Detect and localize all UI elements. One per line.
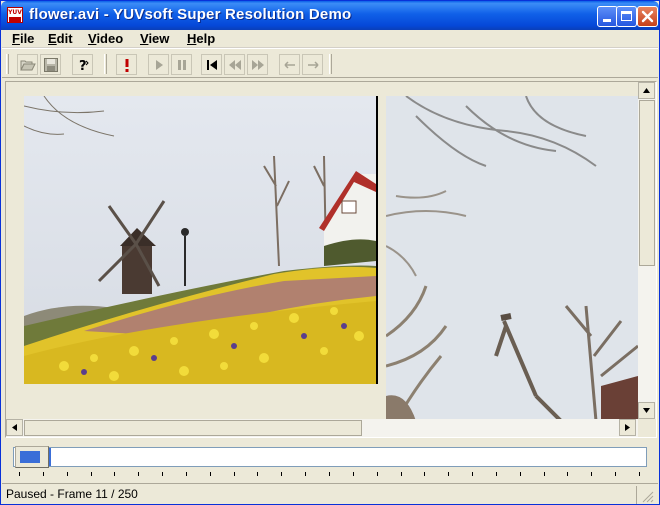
close-button[interactable]: [637, 6, 658, 27]
seek-tick: [114, 472, 115, 476]
zoomed-branches-image: [386, 96, 638, 421]
play-icon: [156, 60, 163, 70]
scroll-corner: [638, 419, 656, 437]
seek-tick: [401, 472, 402, 476]
seek-tick: [257, 472, 258, 476]
seek-bar-track[interactable]: [13, 447, 647, 467]
seek-tick: [186, 472, 187, 476]
seek-thumb-fill: [20, 451, 40, 463]
seek-tick: [424, 472, 425, 476]
seek-tick: [305, 472, 306, 476]
seek-tick: [496, 472, 497, 476]
seek-tick: [353, 472, 354, 476]
open-button[interactable]: [17, 54, 38, 75]
seek-ticks: [13, 469, 647, 479]
seek-tick: [43, 472, 44, 476]
menu-edit[interactable]: Edit: [48, 31, 73, 46]
seek-tick: [591, 472, 592, 476]
process-button[interactable]: [116, 54, 137, 75]
minimize-button[interactable]: [597, 6, 618, 27]
resize-grip[interactable]: [636, 486, 656, 504]
first-frame-button[interactable]: [201, 54, 222, 75]
seek-tick: [448, 472, 449, 476]
resize-grip-icon: [642, 491, 654, 503]
menu-file[interactable]: File: [12, 31, 34, 46]
video-viewport: [5, 81, 657, 438]
folder-open-icon: [20, 60, 36, 71]
arrow-right-icon: [308, 61, 319, 69]
title-bar[interactable]: YUV flower.avi - YUVsoft Super Resolutio…: [1, 1, 659, 30]
seek-tick: [67, 472, 68, 476]
save-button[interactable]: [40, 54, 61, 75]
window-title: flower.avi - YUVsoft Super Resolution De…: [29, 6, 352, 23]
toolbar-separator-end: [329, 54, 332, 74]
close-icon: [641, 10, 654, 23]
status-bar: Paused - Frame 11 / 250: [2, 483, 658, 505]
seek-tick: [19, 472, 20, 476]
vertical-scroll-thumb[interactable]: [639, 100, 655, 266]
exclamation-icon: [125, 59, 129, 72]
status-text: Paused - Frame 11 / 250: [6, 487, 138, 501]
app-window: YUV flower.avi - YUVsoft Super Resolutio…: [0, 0, 660, 505]
fast-forward-button[interactable]: [247, 54, 268, 75]
maximize-icon: [621, 11, 632, 21]
skip-to-start-icon: [207, 60, 217, 70]
seek-tick: [639, 472, 640, 476]
horizontal-scrollbar[interactable]: [6, 419, 638, 437]
seek-tick: [544, 472, 545, 476]
frame-divider: [376, 96, 378, 384]
seek-tick: [210, 472, 211, 476]
menu-view[interactable]: View: [140, 31, 169, 46]
original-video-frame[interactable]: [24, 96, 376, 384]
horizontal-scroll-thumb[interactable]: [24, 420, 362, 436]
floppy-disk-icon: [44, 58, 58, 72]
maximize-button[interactable]: [616, 6, 637, 27]
scroll-right-button[interactable]: [619, 419, 636, 436]
rewind-icon: [229, 60, 241, 70]
seek-bar-thumb[interactable]: [15, 446, 49, 468]
scroll-down-button[interactable]: [638, 402, 655, 419]
pause-button[interactable]: [171, 54, 192, 75]
seek-tick: [162, 472, 163, 476]
help-question-icon: ?: [79, 59, 89, 73]
menu-bar: File Edit Video View Help: [2, 30, 658, 48]
seek-tick: [281, 472, 282, 476]
app-logo-icon: YUV: [7, 7, 23, 23]
pause-icon: [178, 60, 186, 70]
arrow-left-icon: [284, 61, 295, 69]
menu-help[interactable]: Help: [187, 31, 215, 46]
help-button[interactable]: ?: [72, 54, 93, 75]
app-icon-text: YUV: [8, 9, 22, 16]
menu-video[interactable]: Video: [88, 31, 123, 46]
seek-tick: [91, 472, 92, 476]
svg-text:?: ?: [79, 59, 87, 73]
vertical-scrollbar[interactable]: [638, 82, 656, 419]
seek-tick: [520, 472, 521, 476]
seek-tick: [234, 472, 235, 476]
seek-tick: [138, 472, 139, 476]
toolbar-separator: [104, 54, 107, 74]
seek-tick: [472, 472, 473, 476]
seek-tick: [329, 472, 330, 476]
scroll-left-button[interactable]: [6, 419, 23, 436]
play-button[interactable]: [148, 54, 169, 75]
toolbar: ?: [2, 48, 658, 78]
scroll-up-button[interactable]: [638, 82, 655, 99]
toolbar-grip[interactable]: [6, 54, 9, 74]
next-frame-button[interactable]: [302, 54, 323, 75]
seek-tick: [615, 472, 616, 476]
arrow-left-small-icon: [12, 424, 17, 431]
seek-tick: [567, 472, 568, 476]
seek-position-marker: [49, 448, 51, 466]
fast-forward-icon: [252, 60, 264, 70]
super-resolution-zoomed-frame[interactable]: [386, 96, 638, 421]
previous-frame-button[interactable]: [279, 54, 300, 75]
arrow-down-icon: [643, 408, 650, 413]
arrow-right-small-icon: [625, 424, 630, 431]
arrow-up-icon: [643, 88, 650, 93]
seek-tick: [377, 472, 378, 476]
rewind-button[interactable]: [224, 54, 245, 75]
flower-field-image: [24, 96, 376, 384]
minimize-icon: [603, 19, 611, 22]
